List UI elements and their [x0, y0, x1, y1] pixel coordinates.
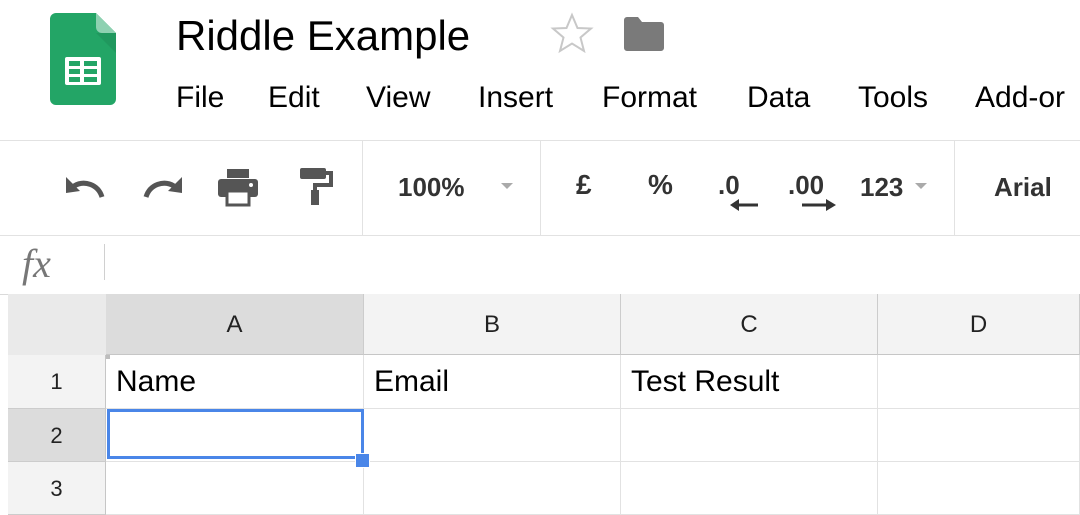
- toolbar-separator: [954, 141, 955, 235]
- menu-add-ons[interactable]: Add-or: [975, 78, 1065, 118]
- row-header-3[interactable]: 3: [8, 462, 106, 515]
- increase-decimals-button[interactable]: .00: [788, 165, 844, 217]
- dropdown-icon[interactable]: [500, 181, 514, 191]
- cell-c1[interactable]: Test Result: [621, 355, 878, 409]
- menu-edit[interactable]: Edit: [268, 78, 320, 118]
- spreadsheet-grid: A B C D 1 2 3 Name Email Test Result: [0, 294, 1080, 515]
- dropdown-icon[interactable]: [914, 181, 928, 191]
- folder-icon[interactable]: [622, 16, 666, 52]
- formula-input[interactable]: [116, 246, 1060, 282]
- cell-b3[interactable]: [364, 462, 621, 515]
- cell-d3[interactable]: [878, 462, 1080, 515]
- menu-view[interactable]: View: [366, 78, 430, 118]
- column-header-a[interactable]: A: [106, 294, 364, 355]
- formula-bar: fx: [0, 234, 1080, 295]
- percent-format-button[interactable]: %: [648, 165, 673, 205]
- document-title[interactable]: Riddle Example: [176, 12, 470, 60]
- zoom-select[interactable]: 100%: [398, 167, 465, 207]
- menu-data[interactable]: Data: [747, 78, 810, 118]
- fill-handle[interactable]: [355, 453, 370, 468]
- column-header-d[interactable]: D: [878, 294, 1080, 355]
- cell-b1[interactable]: Email: [364, 355, 621, 409]
- cell-c2[interactable]: [621, 409, 878, 462]
- select-all-corner[interactable]: [8, 294, 110, 359]
- column-header-c[interactable]: C: [621, 294, 878, 355]
- cell-a1[interactable]: Name: [106, 355, 364, 409]
- cell-d2[interactable]: [878, 409, 1080, 462]
- left-arrow-icon: [730, 199, 758, 211]
- cell-c3[interactable]: [621, 462, 878, 515]
- active-cell-selection[interactable]: [107, 409, 364, 459]
- cell-a3[interactable]: [106, 462, 364, 515]
- print-icon[interactable]: [216, 167, 260, 207]
- toolbar-separator: [540, 141, 541, 235]
- toolbar: 100% £ % .0 .00 123 Arial: [0, 140, 1080, 236]
- menu-file[interactable]: File: [176, 78, 224, 118]
- star-icon[interactable]: [550, 12, 594, 56]
- toolbar-separator: [362, 141, 363, 235]
- decrease-decimals-button[interactable]: .0: [716, 165, 766, 217]
- menu-tools[interactable]: Tools: [858, 78, 928, 118]
- undo-icon[interactable]: [62, 171, 108, 203]
- menu-insert[interactable]: Insert: [478, 78, 553, 118]
- paint-format-icon[interactable]: [296, 165, 336, 207]
- row-header-1[interactable]: 1: [8, 355, 106, 409]
- font-family-select[interactable]: Arial: [994, 167, 1052, 207]
- number-format-select[interactable]: 123: [860, 167, 903, 207]
- sheets-logo-icon[interactable]: [50, 13, 116, 105]
- row-header-2[interactable]: 2: [8, 409, 106, 462]
- formula-bar-separator: [104, 244, 105, 280]
- cell-d1[interactable]: [878, 355, 1080, 409]
- right-arrow-icon: [802, 199, 836, 211]
- column-header-b[interactable]: B: [364, 294, 621, 355]
- cell-b2[interactable]: [364, 409, 621, 462]
- menu-format[interactable]: Format: [602, 78, 697, 118]
- redo-icon[interactable]: [140, 171, 186, 203]
- currency-format-button[interactable]: £: [576, 165, 592, 205]
- fx-icon: fx: [22, 241, 51, 286]
